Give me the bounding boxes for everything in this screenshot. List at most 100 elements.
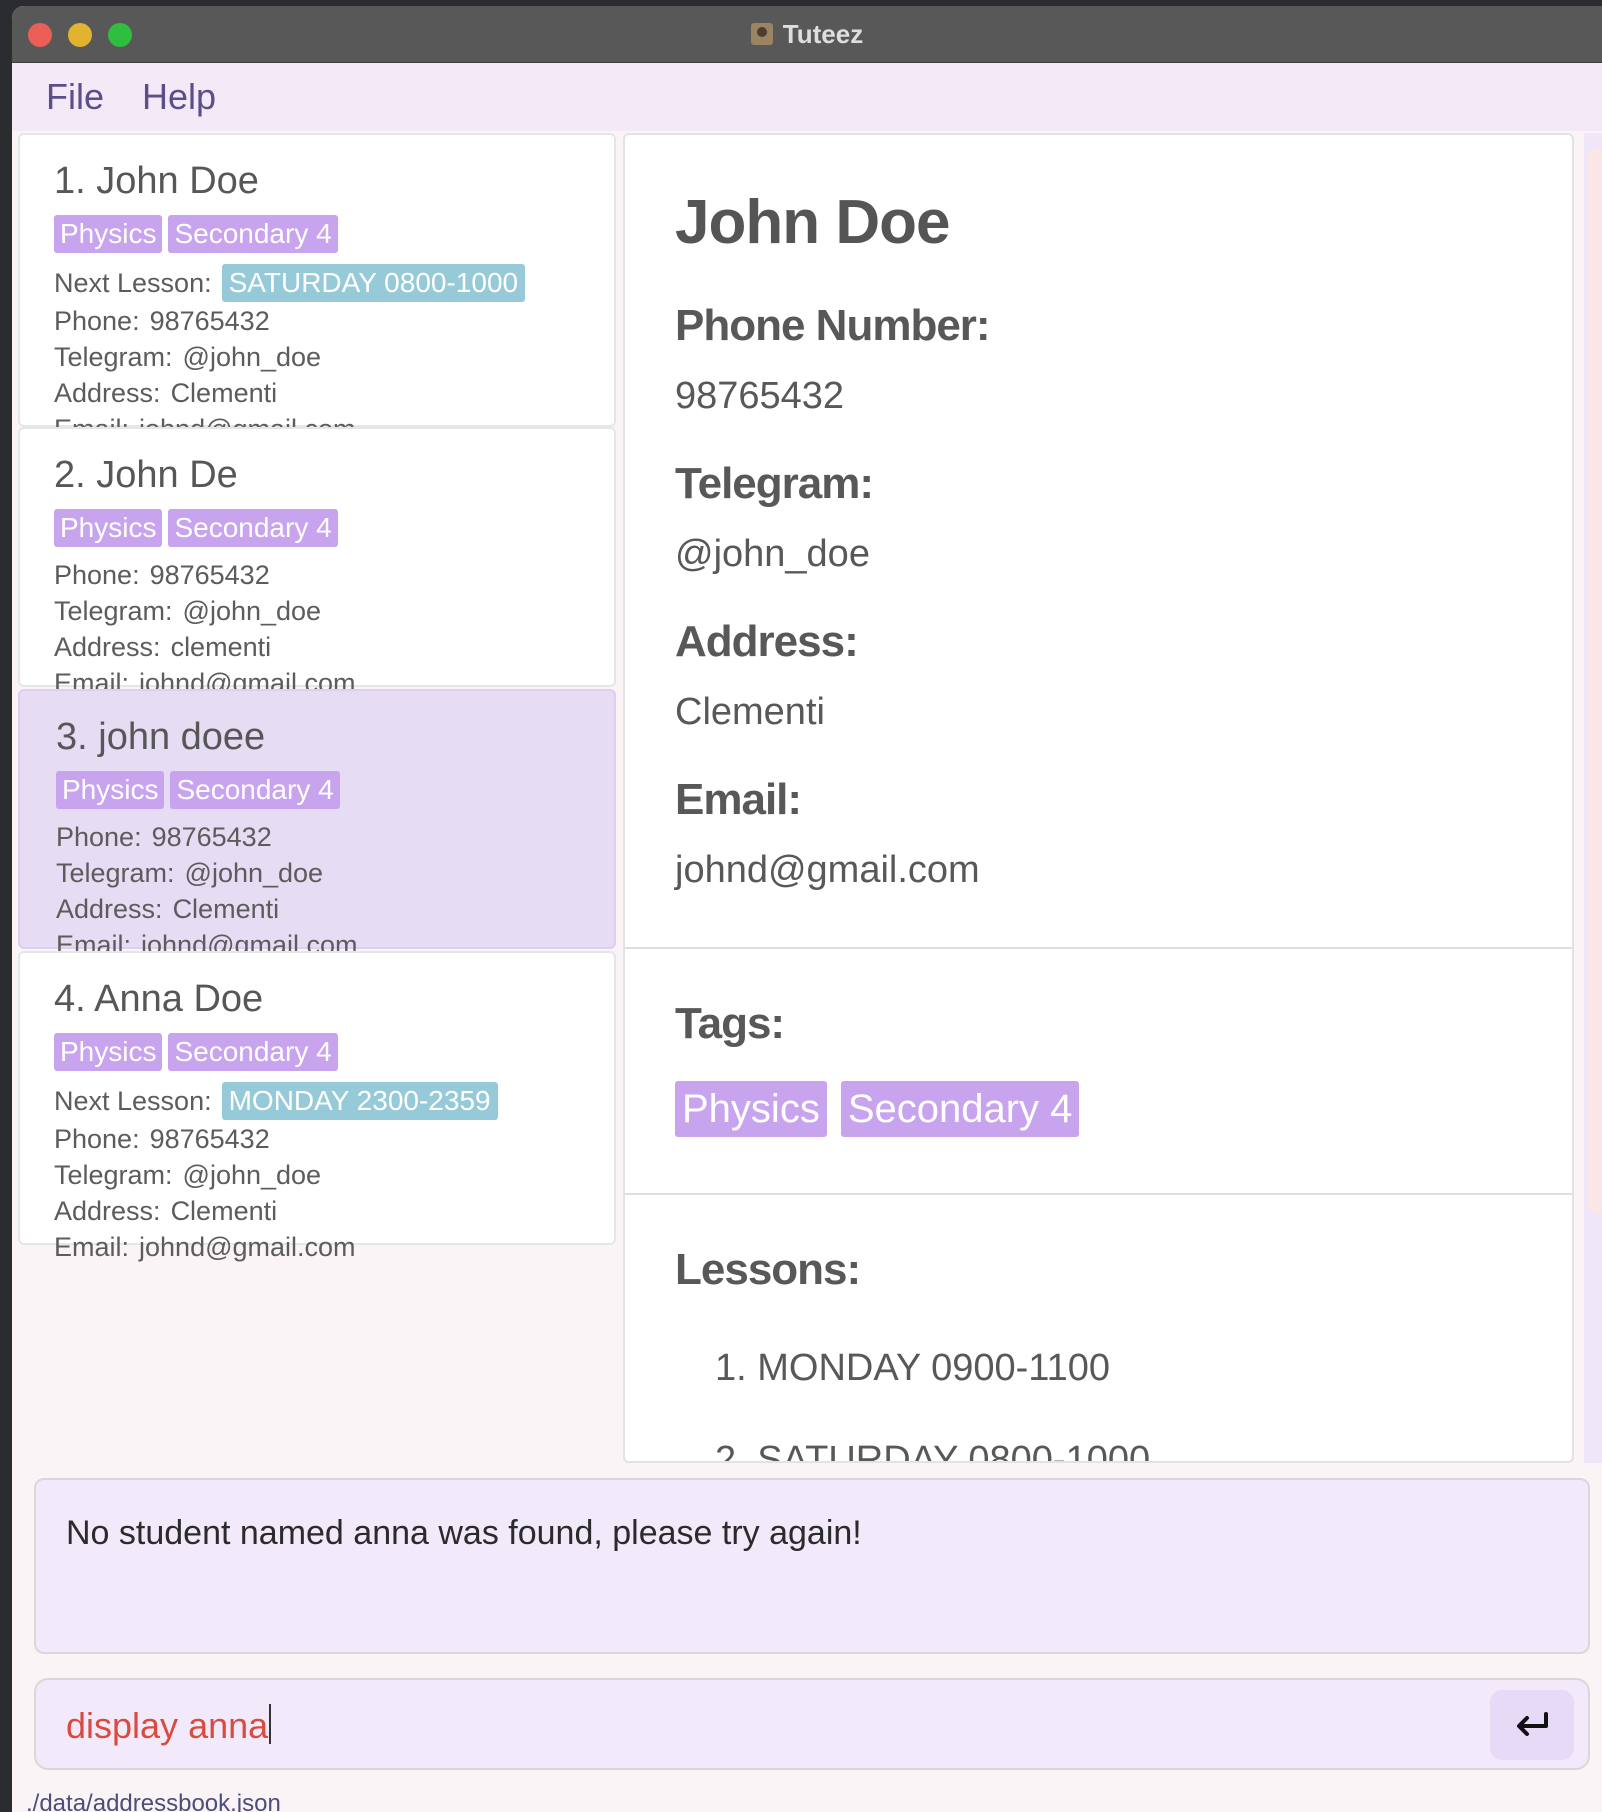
phone-row: Phone: 98765432 <box>56 819 614 855</box>
telegram-row: Telegram: @john_doe <box>54 339 614 375</box>
tag: Secondary 4 <box>168 509 338 547</box>
submit-command-button[interactable] <box>1490 1690 1574 1760</box>
tag: Physics <box>675 1081 827 1137</box>
address-row: Address: clementi <box>54 629 614 665</box>
student-card-selected[interactable]: 3. john doee Physics Secondary 4 Phone: 9… <box>18 689 616 960</box>
lessons-heading: Lessons: <box>675 1245 861 1294</box>
email-row: Email: johnd@gmail.com <box>54 1229 614 1265</box>
text-caret <box>269 1704 272 1744</box>
detail-tag-list: Physics Secondary 4 <box>675 1081 1080 1137</box>
address-value: Clementi <box>675 691 825 733</box>
next-lesson-badge: MONDAY 2300-2359 <box>221 1082 498 1120</box>
tag: Physics <box>54 215 163 253</box>
student-card[interactable]: 1. John Doe Physics Secondary 4 Next Les… <box>18 133 616 444</box>
telegram-value: @john_doe <box>182 1160 322 1190</box>
telegram-label: Telegram: <box>54 1160 173 1190</box>
menu-file[interactable]: File <box>46 76 104 118</box>
address-value: Clementi <box>172 894 280 924</box>
phone-label: Phone: <box>56 822 142 852</box>
email-value: johnd@gmail.com <box>139 1232 356 1262</box>
student-name: 3. john doee <box>56 716 266 758</box>
window-title: Tuteez <box>782 18 864 49</box>
address-label: Address: <box>54 1196 161 1226</box>
tag: Secondary 4 <box>168 1033 338 1071</box>
student-detail-panel[interactable]: John Doe Phone Number: 98765432 Telegram… <box>623 133 1574 1463</box>
section-divider <box>625 1193 1572 1195</box>
address-row: Address: Clementi <box>54 1193 614 1229</box>
email-heading: Email: <box>675 775 802 824</box>
phone-label: Phone: <box>54 560 140 590</box>
tag: Physics <box>56 771 165 809</box>
tag: Secondary 4 <box>170 771 340 809</box>
address-label: Address: <box>54 378 161 408</box>
phone-value: 98765432 <box>151 822 272 852</box>
student-name: 2. John De <box>54 454 238 496</box>
telegram-value: @john_doe <box>184 858 324 888</box>
address-row: Address: Clementi <box>56 891 614 927</box>
telegram-label: Telegram: <box>56 858 175 888</box>
detail-name: John Doe <box>675 188 950 257</box>
telegram-value: @john_doe <box>675 533 870 575</box>
email-label: Email: <box>54 1232 130 1262</box>
next-lesson-badge: SATURDAY 0800-1000 <box>221 264 526 302</box>
next-lesson-label: Next Lesson: <box>54 1086 212 1116</box>
tag-list: Physics Secondary 4 <box>56 771 614 809</box>
student-list[interactable]: 1. John Doe Physics Secondary 4 Next Les… <box>18 133 618 1423</box>
command-input[interactable]: display anna <box>66 1704 272 1747</box>
menu-help[interactable]: Help <box>142 76 216 118</box>
phone-value: 98765432 <box>149 560 270 590</box>
telegram-heading: Telegram: <box>675 459 874 508</box>
result-display[interactable]: No student named anna was found, please … <box>34 1478 1590 1654</box>
tag-list: Physics Secondary 4 <box>54 215 614 253</box>
phone-row: Phone: 98765432 <box>54 557 614 593</box>
tag: Secondary 4 <box>840 1081 1080 1137</box>
student-card[interactable]: 2. John De Physics Secondary 4 Phone: 987… <box>18 427 616 698</box>
tag-list: Physics Secondary 4 <box>54 1033 614 1071</box>
enter-icon <box>1517 1712 1548 1736</box>
section-divider <box>625 947 1572 949</box>
tag: Physics <box>54 509 163 547</box>
student-card[interactable]: 4. Anna Doe Physics Secondary 4 Next Les… <box>18 951 616 1262</box>
command-box[interactable]: display anna <box>34 1678 1590 1770</box>
telegram-value: @john_doe <box>182 342 322 372</box>
address-heading: Address: <box>675 617 859 666</box>
title-bar: Tuteez <box>12 6 1602 63</box>
email-value: johnd@gmail.com <box>675 849 980 891</box>
address-label: Address: <box>56 894 163 924</box>
student-name: 1. John Doe <box>54 160 259 202</box>
student-details: Phone: 98765432 Telegram: @john_doe Addres… <box>56 819 614 963</box>
phone-label: Phone: <box>54 306 140 336</box>
result-message: No student named anna was found, please … <box>66 1514 862 1552</box>
contact-book-icon <box>750 23 773 45</box>
telegram-value: @john_doe <box>182 596 322 626</box>
command-text: display anna <box>66 1705 269 1746</box>
status-bar-path: ./data/addressbook.json <box>26 1790 281 1812</box>
student-details: Next Lesson: MONDAY 2300-2359 Phone: 98765… <box>54 1081 614 1265</box>
student-details: Phone: 98765432 Telegram: @john_doe Addres… <box>54 557 614 701</box>
student-name: 4. Anna Doe <box>54 978 264 1020</box>
address-value: Clementi <box>170 378 278 408</box>
lesson-item: 2. SATURDAY 0800-1000 <box>715 1439 1151 1463</box>
tag: Physics <box>54 1033 163 1071</box>
telegram-row: Telegram: @john_doe <box>56 855 614 891</box>
phone-value: 98765432 <box>675 375 845 417</box>
address-row: Address: Clementi <box>54 375 614 411</box>
address-value: Clementi <box>170 1196 278 1226</box>
next-lesson-row: Next Lesson: MONDAY 2300-2359 <box>54 1081 614 1121</box>
tag: Secondary 4 <box>168 215 338 253</box>
app-window: Tuteez File Help 1. John Doe Physics Sec… <box>12 6 1602 1812</box>
menu-bar: File Help <box>12 63 1602 131</box>
phone-value: 98765432 <box>149 1124 270 1154</box>
address-label: Address: <box>54 632 161 662</box>
telegram-label: Telegram: <box>54 596 173 626</box>
phone-label: Phone: <box>54 1124 140 1154</box>
telegram-label: Telegram: <box>54 342 173 372</box>
next-lesson-row: Next Lesson: SATURDAY 0800-1000 <box>54 263 614 303</box>
phone-heading: Phone Number: <box>675 301 991 350</box>
detail-scrollbar-thumb[interactable] <box>1588 148 1602 1213</box>
telegram-row: Telegram: @john_doe <box>54 1157 614 1193</box>
tag-list: Physics Secondary 4 <box>54 509 614 547</box>
lesson-item: 1. MONDAY 0900-1100 <box>715 1347 1110 1389</box>
phone-row: Phone: 98765432 <box>54 1121 614 1157</box>
address-value: clementi <box>170 632 272 662</box>
